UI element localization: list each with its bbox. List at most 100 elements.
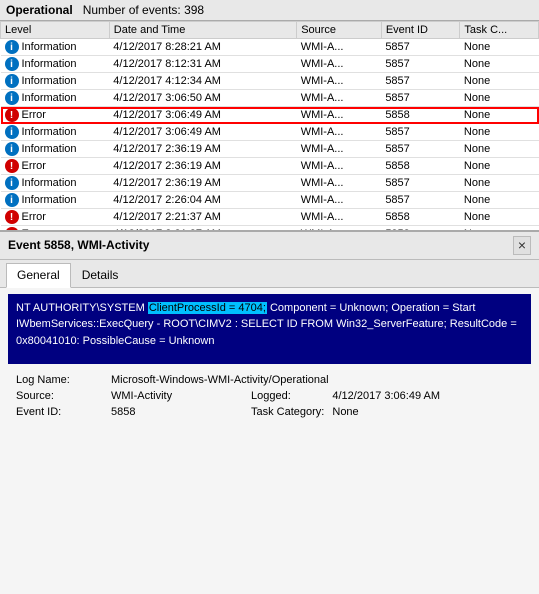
log-info-table: Log Name: Microsoft-Windows-WMI-Activity… — [12, 372, 527, 420]
cell-source: WMI-A... — [297, 90, 382, 107]
level-text: Information — [22, 58, 77, 70]
cell-level: iInformation — [1, 192, 110, 209]
cell-level: !Error — [1, 158, 110, 175]
level-text: Information — [22, 92, 77, 104]
cell-task: None — [460, 158, 539, 175]
cell-datetime: 4/12/2017 3:06:50 AM — [109, 90, 296, 107]
cell-level: iInformation — [1, 39, 110, 56]
cell-source: WMI-A... — [297, 141, 382, 158]
cell-source: WMI-A... — [297, 192, 382, 209]
cell-task: None — [460, 107, 539, 124]
cell-event-id: 5857 — [381, 39, 460, 56]
events-table-container[interactable]: Level Date and Time Source Event ID Task… — [0, 21, 539, 231]
cell-source: WMI-A... — [297, 209, 382, 226]
table-row[interactable]: !Error4/12/2017 2:21:37 AMWMI-A...5858No… — [1, 209, 539, 226]
source-value: WMI-Activity — [107, 388, 247, 404]
cell-datetime: 4/12/2017 3:06:49 AM — [109, 107, 296, 124]
cell-level: iInformation — [1, 73, 110, 90]
cell-event-id: 5857 — [381, 175, 460, 192]
info-icon: i — [5, 142, 19, 156]
cell-event-id: 5857 — [381, 56, 460, 73]
info-icon: i — [5, 193, 19, 207]
events-table: Level Date and Time Source Event ID Task… — [0, 21, 539, 231]
event-id-value: 5858 — [107, 404, 247, 420]
tab-details[interactable]: Details — [71, 263, 130, 287]
table-row[interactable]: iInformation4/12/2017 3:06:49 AMWMI-A...… — [1, 124, 539, 141]
cell-event-id: 5857 — [381, 141, 460, 158]
cell-task: None — [460, 73, 539, 90]
level-text: Error — [22, 160, 46, 172]
cell-event-id: 5858 — [381, 107, 460, 124]
cell-level: iInformation — [1, 56, 110, 73]
level-text: Information — [22, 194, 77, 206]
table-row[interactable]: iInformation4/12/2017 8:12:31 AMWMI-A...… — [1, 56, 539, 73]
source-logged-row: Source: WMI-Activity Logged: 4/12/2017 3… — [12, 388, 527, 404]
info-icon: i — [5, 40, 19, 54]
detail-panel-header: Event 5858, WMI-Activity × — [0, 232, 539, 260]
eventid-task-row: Event ID: 5858 Task Category: None — [12, 404, 527, 420]
tab-general[interactable]: General — [6, 263, 71, 288]
level-text: Information — [22, 177, 77, 189]
table-header-row: Level Date and Time Source Event ID Task… — [1, 22, 539, 39]
cell-datetime: 4/12/2017 2:26:04 AM — [109, 192, 296, 209]
cell-task: None — [460, 141, 539, 158]
table-row[interactable]: iInformation4/12/2017 8:28:21 AMWMI-A...… — [1, 39, 539, 56]
table-row[interactable]: iInformation4/12/2017 2:36:19 AMWMI-A...… — [1, 141, 539, 158]
cell-datetime: 4/12/2017 8:12:31 AM — [109, 56, 296, 73]
close-button[interactable]: × — [513, 236, 531, 255]
cell-source: WMI-A... — [297, 73, 382, 90]
cell-level: !Error — [1, 209, 110, 226]
table-row[interactable]: iInformation4/12/2017 2:36:19 AMWMI-A...… — [1, 175, 539, 192]
info-icon: i — [5, 57, 19, 71]
col-datetime[interactable]: Date and Time — [109, 22, 296, 39]
cell-task: None — [460, 90, 539, 107]
table-row[interactable]: iInformation4/12/2017 2:26:04 AMWMI-A...… — [1, 192, 539, 209]
log-name-label: Log Name: — [12, 372, 107, 388]
col-source[interactable]: Source — [297, 22, 382, 39]
cell-datetime: 4/12/2017 8:28:21 AM — [109, 39, 296, 56]
cell-level: iInformation — [1, 175, 110, 192]
app-container: Operational Number of events: 398 Level … — [0, 0, 539, 594]
detail-panel: Event 5858, WMI-Activity × General Detai… — [0, 231, 539, 594]
table-row[interactable]: !Error4/12/2017 3:06:49 AMWMI-A...5858No… — [1, 107, 539, 124]
info-icon: i — [5, 125, 19, 139]
cell-level: iInformation — [1, 141, 110, 158]
col-task[interactable]: Task C... — [460, 22, 539, 39]
col-level[interactable]: Level — [1, 22, 110, 39]
cell-task: None — [460, 39, 539, 56]
error-icon: ! — [5, 108, 19, 122]
task-category-label: Task Category: — [247, 404, 328, 420]
level-text: Error — [22, 109, 46, 121]
event-count: Number of events: 398 — [83, 3, 204, 17]
cell-source: WMI-A... — [297, 56, 382, 73]
cell-event-id: 5857 — [381, 90, 460, 107]
cell-event-id: 5857 — [381, 73, 460, 90]
app-title: Operational — [6, 3, 73, 17]
table-row[interactable]: !Error4/12/2017 2:36:19 AMWMI-A...5858No… — [1, 158, 539, 175]
logged-value: 4/12/2017 3:06:49 AM — [328, 388, 527, 404]
cell-level: iInformation — [1, 90, 110, 107]
log-info: Log Name: Microsoft-Windows-WMI-Activity… — [8, 372, 531, 420]
cell-datetime: 4/12/2017 2:36:19 AM — [109, 158, 296, 175]
detail-tabs: General Details — [0, 260, 539, 288]
table-row[interactable]: iInformation4/12/2017 3:06:50 AMWMI-A...… — [1, 90, 539, 107]
error-icon: ! — [5, 159, 19, 173]
error-icon: ! — [5, 210, 19, 224]
cell-source: WMI-A... — [297, 124, 382, 141]
level-text: Information — [22, 143, 77, 155]
cell-event-id: 5858 — [381, 209, 460, 226]
task-category-value: None — [328, 404, 527, 420]
info-icon: i — [5, 91, 19, 105]
col-eventid[interactable]: Event ID — [381, 22, 460, 39]
cell-level: !Error — [1, 107, 110, 124]
cell-datetime: 4/12/2017 3:06:49 AM — [109, 124, 296, 141]
cell-datetime: 4/12/2017 2:36:19 AM — [109, 175, 296, 192]
cell-task: None — [460, 192, 539, 209]
detail-highlight: ClientProcessId = 4704; — [148, 302, 267, 314]
detail-content: NT AUTHORITY\SYSTEM ClientProcessId = 47… — [0, 288, 539, 426]
table-row[interactable]: iInformation4/12/2017 4:12:34 AMWMI-A...… — [1, 73, 539, 90]
cell-task: None — [460, 175, 539, 192]
log-name-value: Microsoft-Windows-WMI-Activity/Operation… — [107, 372, 527, 388]
level-text: Error — [22, 211, 46, 223]
logged-label: Logged: — [247, 388, 328, 404]
